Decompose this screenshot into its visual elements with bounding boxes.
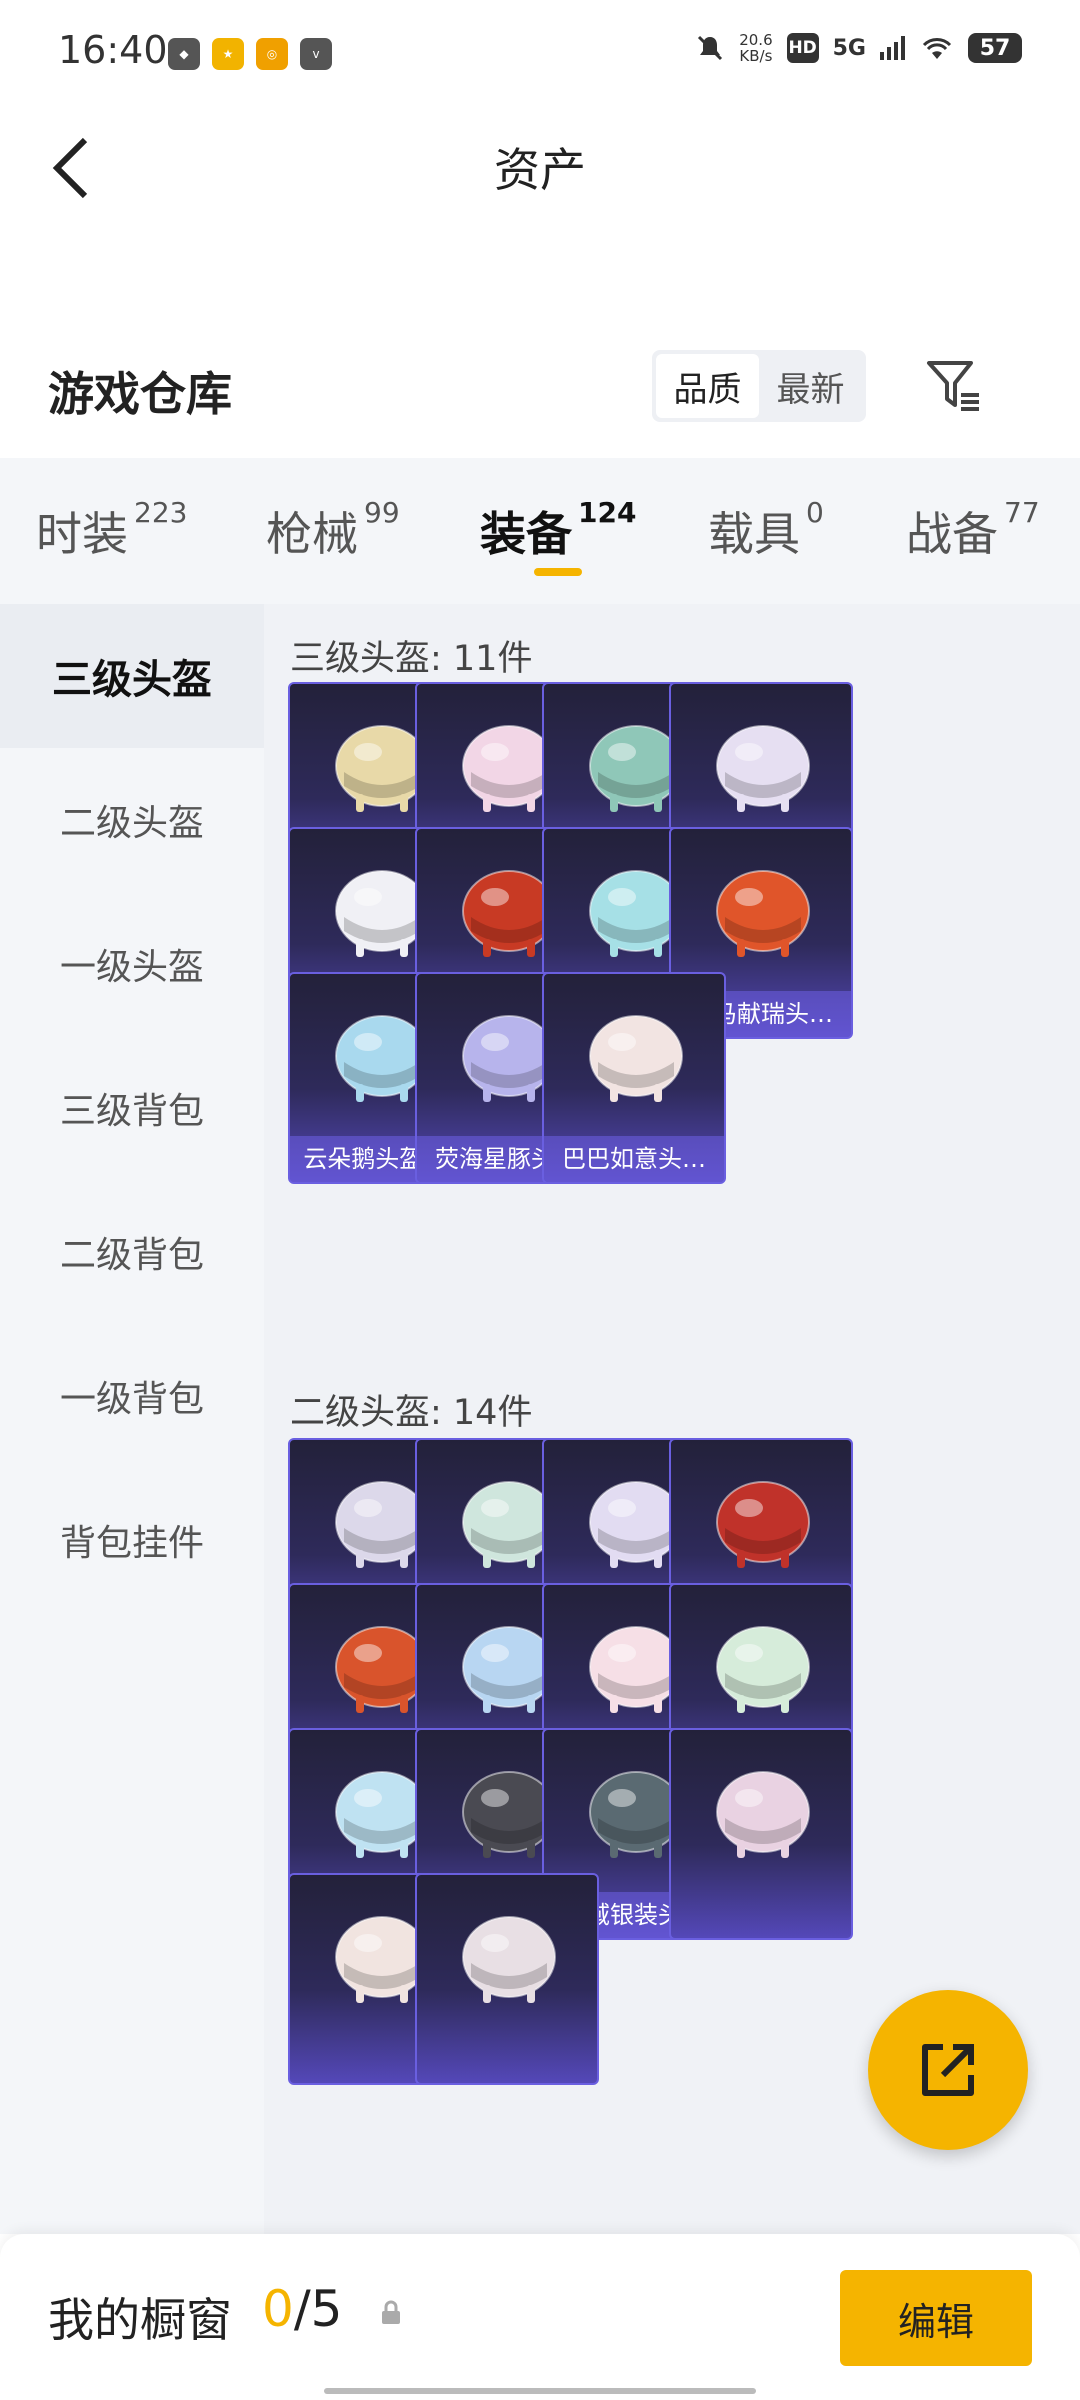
helmet-icon [716,1481,810,1568]
group-title-level3-helmet: 三级头盔: 11件 [290,639,533,679]
tab-label: 装备 [480,507,572,561]
notification-game-icon: ★ [212,38,244,70]
helmet-icon [462,1916,556,2003]
sidebar-item-level2-backpack[interactable]: 二级背包 [0,1180,264,1324]
warehouse-title: 游戏仓库 [48,367,232,421]
share-icon [922,2044,974,2096]
sort-toggle: 品质 最新 [652,350,866,422]
item-name: 巴巴如意头… [544,1136,724,1182]
helmet-icon [716,725,810,812]
tab-count: 77 [1004,496,1040,529]
mute-icon [698,35,723,61]
sidebar-item-level1-backpack[interactable]: 一级背包 [0,1324,264,1468]
share-button[interactable] [868,1990,1028,2150]
home-indicator [324,2388,756,2394]
network-type: 5G [832,35,866,61]
filter-icon [927,361,979,411]
showcase-total: /5 [293,2280,343,2338]
sidebar-item-level2-helmet[interactable]: 二级头盔 [0,748,264,892]
tab-equipment[interactable]: 装备 124 [480,496,637,564]
subcategory-sidebar: 三级头盔 二级头盔 一级头盔 三级背包 二级背包 一级背包 背包挂件 [0,604,264,2234]
tab-label: 时装 [36,507,128,561]
item-card[interactable] [415,1873,599,2085]
status-time: 16:40 [58,28,168,72]
sort-latest-button[interactable]: 最新 [759,354,862,418]
tab-label: 载具 [708,507,800,561]
notification-app-icon: ◆ [168,38,200,70]
sidebar-item-level3-backpack[interactable]: 三级背包 [0,1036,264,1180]
tab-count: 223 [134,496,188,529]
signal-icon [880,36,905,60]
tab-vehicles[interactable]: 载具 0 [708,496,824,564]
notification-vivo-icon: v [300,38,332,70]
sidebar-item-backpack-charm[interactable]: 背包挂件 [0,1468,264,1612]
battery-level: 57 [968,33,1022,63]
hd-badge: HD [786,33,819,63]
status-bar: 16:40 ◆ ★ ◎ v 20.6 KB/s HD 5G 57 [0,0,1080,108]
tab-label: 战备 [906,507,998,561]
category-tabs: 时装 223 枪械 99 装备 124 载具 0 战备 77 [0,458,1080,604]
net-speed: 20.6 KB/s [739,32,772,64]
tab-count: 0 [806,496,824,529]
tab-count: 124 [578,496,637,529]
active-tab-indicator [534,568,582,576]
tab-combat-gear[interactable]: 战备 77 [906,496,1040,564]
helmet-icon [589,1015,683,1102]
net-speed-unit: KB/s [739,47,773,65]
edit-button[interactable]: 编辑 [840,2270,1032,2366]
net-speed-value: 20.6 [739,31,773,49]
group-title-level2-helmet: 二级头盔: 14件 [290,1393,533,1433]
wifi-icon [922,38,952,59]
item-card[interactable] [669,1728,853,1940]
sidebar-item-level3-helmet[interactable]: 三级头盔 [0,604,264,748]
tab-label: 枪械 [266,507,358,561]
status-app-icons: ◆ ★ ◎ v [168,38,332,70]
showcase-title: 我的橱窗 [48,2293,232,2347]
tab-fashion[interactable]: 时装 223 [36,496,188,564]
helmet-icon [716,1771,810,1858]
tab-guns[interactable]: 枪械 99 [266,496,400,564]
lock-icon [382,2300,400,2324]
item-grid: 三级头盔: 11件 二级头盔: 14件 千面幻镜头…彩虹独角兽…夜鸢箴言头…彩旗… [264,604,1080,2234]
item-card[interactable]: 巴巴如意头… [542,972,726,1184]
notification-game2-icon: ◎ [256,38,288,70]
page-title: 资产 [494,143,586,197]
tab-count: 99 [364,496,400,529]
showcase-bar: 我的橱窗 0/5 编辑 [0,2234,1080,2400]
helmet-icon [716,870,810,957]
showcase-current: 0 [262,2280,294,2338]
sort-quality-button[interactable]: 品质 [656,354,759,418]
filter-button[interactable] [920,350,986,420]
showcase-count: 0/5 [262,2280,342,2338]
helmet-icon [716,1626,810,1713]
sidebar-item-level1-helmet[interactable]: 一级头盔 [0,892,264,1036]
status-right: 20.6 KB/s HD 5G 57 [695,32,1022,64]
